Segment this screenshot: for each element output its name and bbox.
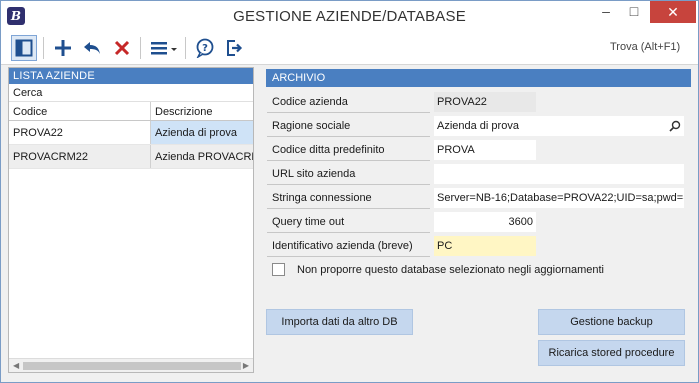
website-url-label: URL sito azienda (267, 164, 430, 185)
company-list-header: LISTA AZIENDE (9, 68, 253, 84)
help-button[interactable]: ? (192, 35, 218, 61)
undo-button[interactable] (79, 35, 105, 61)
archive-panel: ARCHIVIO Codice azienda PROVA22 Ragione … (264, 67, 693, 373)
panel-toggle-icon (15, 39, 33, 57)
search-label: Cerca (13, 87, 43, 99)
connection-string-field[interactable]: Server=NB-16;Database=PROVA22;UID=sa;pwd… (434, 188, 684, 208)
exit-icon (227, 40, 243, 56)
menu-button[interactable] (147, 35, 181, 61)
import-data-button[interactable]: Importa dati da altro DB (266, 309, 413, 335)
cell-descrizione: Azienda di prova (151, 121, 253, 144)
company-list-panel: LISTA AZIENDE Cerca Codice Descrizione P… (8, 67, 254, 373)
cell-codice: PROVACRM22 (9, 145, 151, 168)
cell-descrizione: Azienda PROVACRM22 (155, 151, 253, 163)
undo-icon (84, 42, 100, 54)
default-company-code-field[interactable]: PROVA (434, 140, 536, 160)
list-search-input[interactable] (55, 87, 249, 101)
lookup-button[interactable] (666, 116, 684, 136)
grid-header: Codice Descrizione (9, 102, 253, 121)
company-short-id-field[interactable]: PC (434, 236, 536, 256)
svg-text:?: ? (202, 43, 208, 54)
search-row: Cerca (9, 84, 253, 102)
plus-icon (55, 40, 71, 56)
search-icon (669, 120, 681, 132)
delete-button[interactable] (109, 35, 135, 61)
website-url-field[interactable] (434, 164, 684, 184)
business-name-label: Ragione sociale (267, 116, 430, 137)
skip-updates-label: Non proporre questo database selezionato… (297, 264, 604, 276)
reload-stored-procedures-button[interactable]: Ricarica stored procedure (538, 340, 685, 366)
business-name-field[interactable]: Azienda di prova (434, 116, 666, 136)
scroll-left-icon[interactable]: ◀ (13, 361, 19, 370)
exit-button[interactable] (221, 35, 247, 61)
column-header-descrizione[interactable]: Descrizione (151, 102, 253, 120)
help-question-icon: ? (196, 38, 214, 58)
toolbar-separator (43, 37, 44, 59)
close-button[interactable]: ✕ (650, 1, 696, 23)
archive-header: ARCHIVIO (266, 69, 691, 87)
query-timeout-label: Query time out (267, 212, 430, 233)
company-code-field: PROVA22 (434, 92, 536, 112)
search-input[interactable]: Trova (Alt+F1) (606, 38, 688, 58)
company-short-id-label: Identificativo azienda (breve) (267, 236, 430, 257)
default-company-code-label: Codice ditta predefinito (267, 140, 430, 161)
delete-x-icon (114, 40, 130, 56)
table-row[interactable]: PROVACRM22 Azienda PROVACRM22 (9, 145, 253, 169)
splitter[interactable] (254, 67, 264, 373)
add-button[interactable] (50, 35, 76, 61)
cell-codice: PROVA22 (9, 121, 151, 144)
maximize-button[interactable]: □ (621, 1, 647, 23)
scroll-right-icon[interactable]: ▶ (243, 361, 249, 370)
column-header-codice[interactable]: Codice (9, 102, 151, 120)
backup-button[interactable]: Gestione backup (538, 309, 685, 335)
toolbar-separator (185, 37, 186, 59)
scrollbar-thumb[interactable] (23, 362, 241, 370)
skip-updates-checkbox[interactable] (272, 263, 285, 276)
toolbar-separator (140, 37, 141, 59)
hamburger-menu-icon (151, 42, 177, 55)
company-code-label: Codice azienda (267, 92, 430, 113)
horizontal-scrollbar[interactable]: ◀ ▶ (9, 358, 253, 372)
title-bar: B GESTIONE AZIENDE/DATABASE – □ ✕ (1, 1, 698, 31)
minimize-button[interactable]: – (593, 1, 619, 23)
table-row[interactable]: PROVA22 Azienda di prova (9, 121, 253, 145)
main-window: B GESTIONE AZIENDE/DATABASE – □ ✕ ? Trov… (0, 0, 699, 383)
query-timeout-field[interactable]: 3600 (434, 212, 536, 232)
panel-toggle-button[interactable] (11, 35, 37, 61)
toolbar: ? Trova (Alt+F1) (1, 31, 698, 65)
connection-string-label: Stringa connessione (267, 188, 430, 209)
